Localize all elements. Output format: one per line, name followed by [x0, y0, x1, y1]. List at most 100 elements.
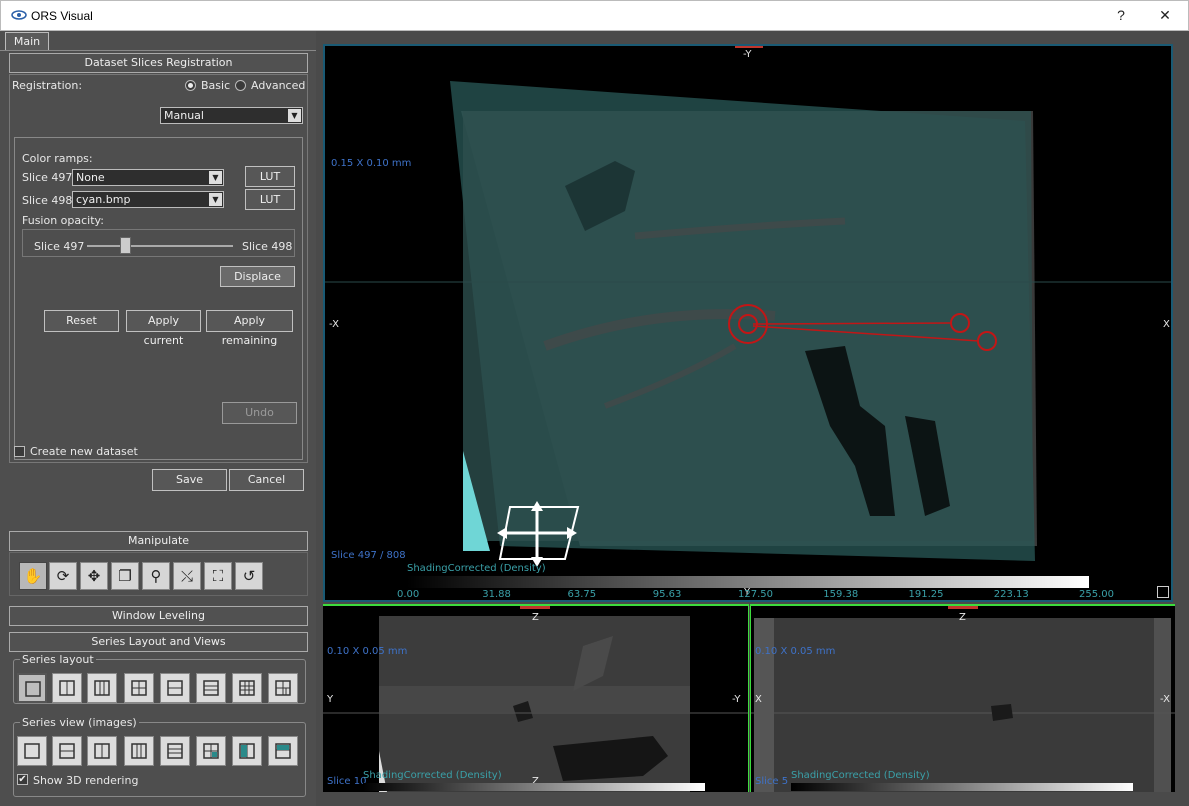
slice-b-ramp-value: cyan.bmp — [76, 193, 131, 206]
view-2x2-3d-button[interactable] — [196, 736, 226, 766]
basic-label: Basic — [201, 79, 231, 92]
view-3-rows-button[interactable] — [160, 736, 190, 766]
cursor-icon[interactable]: ⤯ — [173, 562, 201, 590]
displace-button[interactable]: Displace — [220, 266, 295, 287]
colorbar-tick-label: 191.25 — [908, 589, 944, 600]
fusion-right-label: Slice 498 — [242, 240, 293, 253]
axis-right-label: -X — [1160, 694, 1170, 705]
colorbar-label: ShadingCorrected (Density) — [363, 770, 502, 781]
app-logo-icon — [11, 10, 27, 20]
axis-left-label: Y — [327, 694, 334, 705]
colorbar-tick-label: 63.75 — [567, 589, 597, 600]
undo-button[interactable]: Undo — [222, 402, 297, 424]
main-slice-viewer[interactable]: -Y -X X Y 0.15 X 0.10 mm Slice 497 / 808… — [323, 44, 1173, 602]
layout-3x3-button[interactable] — [232, 673, 262, 703]
fusion-slider-thumb[interactable] — [119, 237, 131, 254]
layout-2-cols-button[interactable] — [52, 673, 82, 703]
chevron-down-icon: ▼ — [209, 193, 222, 206]
layout-2-rows-button[interactable] — [160, 673, 190, 703]
reset-icon[interactable]: ↺ — [235, 562, 263, 590]
axis-left-label: -X — [329, 319, 339, 330]
fit-icon[interactable]: ⛶ — [204, 562, 232, 590]
slice-index-label: Slice 5 — [755, 776, 789, 787]
reset-button[interactable]: Reset — [44, 310, 119, 332]
slice-index-label: Slice 10 — [327, 776, 367, 787]
axis-right-label: X — [1163, 319, 1170, 330]
colorbar — [363, 783, 705, 791]
yz-slice-viewer[interactable]: Z X -X 0.10 X 0.05 mm Slice 5 ShadingCor… — [750, 604, 1175, 792]
title-bar: ORS Visual ? ✕ — [0, 0, 1189, 31]
slice-b-label: Slice 498: — [22, 194, 77, 207]
chevron-down-icon: ▼ — [209, 171, 222, 184]
registration-method-value: Manual — [164, 109, 204, 122]
close-button[interactable]: ✕ — [1155, 7, 1175, 24]
colorbar-tick-label: 159.38 — [823, 589, 859, 600]
slice-b-ramp-select[interactable]: cyan.bmp ▼ — [72, 191, 224, 208]
layout-3-cols-button[interactable] — [87, 673, 117, 703]
maximize-view-icon[interactable] — [1157, 586, 1169, 598]
window-title: ORS Visual — [31, 9, 93, 23]
pan-icon[interactable]: ✥ — [80, 562, 108, 590]
slice-a-ramp-value: None — [76, 171, 105, 184]
apply-remaining-button[interactable]: Apply remaining — [206, 310, 293, 347]
registration-label: Registration: — [12, 79, 83, 92]
axis-top-label: -Y — [743, 49, 752, 60]
colorbar — [791, 783, 1133, 791]
create-new-dataset-label: Create new dataset — [30, 445, 138, 458]
axis-left-label: X — [755, 694, 762, 705]
fusion-opacity-label: Fusion opacity: — [22, 214, 104, 227]
hand-icon[interactable]: ✋ — [19, 562, 47, 590]
layout-custom-button[interactable] — [268, 673, 298, 703]
colorbar — [407, 576, 1089, 588]
window-leveling-header[interactable]: Window Leveling — [9, 606, 308, 626]
layout-2x2-button[interactable] — [124, 673, 154, 703]
axis-top-label: Z — [532, 612, 539, 623]
apply-current-button[interactable]: Apply current — [126, 310, 201, 347]
registration-method-select[interactable]: Manual ▼ — [160, 107, 303, 124]
xz-slice-image[interactable] — [323, 606, 749, 792]
axis-top-label: Z — [959, 612, 966, 623]
series-layout-header[interactable]: Series Layout and Views — [9, 632, 308, 652]
slice-a-lut-button[interactable]: LUT — [245, 166, 295, 187]
manipulate-header[interactable]: Manipulate — [9, 531, 308, 551]
zoom-icon[interactable]: ⚲ — [142, 562, 170, 590]
cancel-button[interactable]: Cancel — [229, 469, 304, 491]
colorbar-tick-label: 31.88 — [482, 589, 511, 600]
view-2-rows-button[interactable] — [52, 736, 82, 766]
view-top-3d-button[interactable] — [268, 736, 298, 766]
colorbar-label: ShadingCorrected (Density) — [791, 770, 930, 781]
copy-icon[interactable]: ❐ — [111, 562, 139, 590]
view-single-button[interactable] — [17, 736, 47, 766]
tab-main[interactable]: Main — [5, 32, 49, 50]
xz-slice-viewer[interactable]: Z Y -Y Z 0.10 X 0.05 mm Slice 10 Shading… — [323, 604, 749, 792]
colorbar-tick-label: 127.50 — [738, 589, 773, 600]
fusion-slider-track[interactable] — [87, 245, 233, 247]
slice-b-lut-button[interactable]: LUT — [245, 189, 295, 210]
scale-label: 0.15 X 0.10 mm — [331, 158, 412, 169]
create-new-dataset-checkbox[interactable] — [14, 446, 25, 457]
view-2-cols-button[interactable] — [87, 736, 117, 766]
yz-slice-image[interactable] — [751, 606, 1175, 792]
slice-a-ramp-select[interactable]: None ▼ — [72, 169, 224, 186]
help-button[interactable]: ? — [1111, 7, 1131, 23]
advanced-label: Advanced — [251, 79, 306, 92]
advanced-radio[interactable] — [235, 80, 246, 91]
colorbar-tick-label: 223.13 — [993, 589, 1029, 600]
show-3d-checkbox[interactable]: ✔ — [17, 774, 28, 785]
colorbar-label: ShadingCorrected (Density) — [407, 563, 546, 574]
slice-index-label: Slice 497 / 808 — [331, 550, 406, 561]
move-handle-icon[interactable] — [495, 501, 585, 571]
colorbar-tick-label: 95.63 — [652, 589, 682, 600]
save-button[interactable]: Save — [152, 469, 227, 491]
registration-header[interactable]: Dataset Slices Registration — [9, 53, 308, 73]
basic-radio[interactable] — [185, 80, 196, 91]
view-3-cols-button[interactable] — [124, 736, 154, 766]
fusion-left-label: Slice 497 — [34, 240, 85, 253]
rotate-icon[interactable]: ⟳ — [49, 562, 77, 590]
registration-landmarks[interactable] — [325, 46, 1171, 600]
view-side-3d-button[interactable] — [232, 736, 262, 766]
show-3d-label: Show 3D rendering — [33, 774, 139, 787]
slice-a-label: Slice 497: — [22, 171, 77, 184]
layout-1x1-button[interactable] — [17, 673, 47, 703]
layout-3-rows-button[interactable] — [196, 673, 226, 703]
